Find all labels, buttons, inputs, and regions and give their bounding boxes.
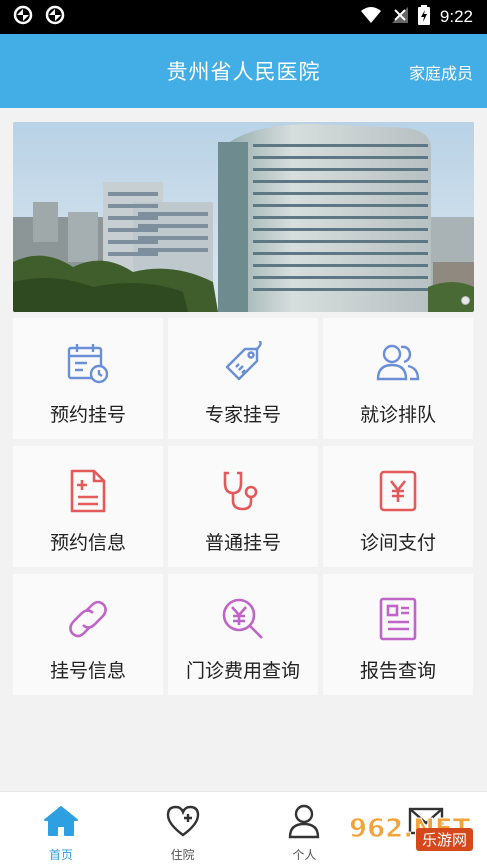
link-icon [65,596,111,642]
tile-clinic-payment[interactable]: 诊间支付 [323,446,473,567]
tile-register-info[interactable]: 挂号信息 [13,574,163,695]
hospital-banner-image[interactable] [13,122,474,312]
family-members-link[interactable]: 家庭成员 [409,60,473,84]
tile-label: 预约信息 [49,532,126,554]
tile-outpatient-fee-query[interactable]: 门诊费用查询 [168,574,318,695]
tile-label: 预约挂号 [49,404,126,426]
app-header: 贵州省人民医院 家庭成员 [0,34,487,108]
report-icon [375,596,421,642]
price-tag-icon [220,340,266,386]
watermark-subtext: 乐游网 [415,828,473,851]
tile-label: 普通挂号 [204,532,281,554]
calendar-clock-icon [65,340,111,386]
people-icon [375,340,421,386]
tile-expert-register[interactable]: 专家挂号 [168,318,318,439]
tile-appointment-register[interactable]: 预约挂号 [13,318,163,439]
tile-label: 门诊费用查询 [185,660,300,682]
tile-label: 专家挂号 [204,404,281,426]
site-watermark: 962.NET 乐游网 [341,807,481,859]
status-bar: 9:22 [0,0,487,34]
heart-plus-icon [164,802,202,840]
signal-off-icon [391,6,408,28]
status-time: 9:22 [439,7,473,26]
nav-inpatient[interactable]: 住院 [122,792,244,865]
document-plus-icon [65,468,111,514]
sync-icon [44,4,66,30]
yen-search-icon [220,596,266,642]
yen-bill-icon [375,468,421,514]
function-grid: 预约挂号 专家挂号 就诊排队 预约信息 普通挂号 诊间支付 挂号信息 门诊费用查… [13,318,474,695]
stethoscope-icon [220,468,266,514]
tile-general-register[interactable]: 普通挂号 [168,446,318,567]
tile-label: 报告查询 [359,660,436,682]
sync-icon [12,4,34,30]
tile-label: 诊间支付 [359,532,436,554]
carousel-indicator[interactable] [461,296,470,305]
nav-label: 首页 [48,848,73,862]
tile-label: 就诊排队 [359,404,436,426]
tile-visit-queue[interactable]: 就诊排队 [323,318,473,439]
person-icon [285,802,323,840]
tile-label: 挂号信息 [49,660,126,682]
nav-home[interactable]: 首页 [0,792,122,865]
tile-report-query[interactable]: 报告查询 [323,574,473,695]
nav-label: 住院 [170,848,195,862]
wifi-icon [360,6,382,28]
tile-appointment-info[interactable]: 预约信息 [13,446,163,567]
battery-charging-icon [417,5,430,29]
home-icon [42,802,80,840]
nav-label: 个人 [292,848,317,862]
